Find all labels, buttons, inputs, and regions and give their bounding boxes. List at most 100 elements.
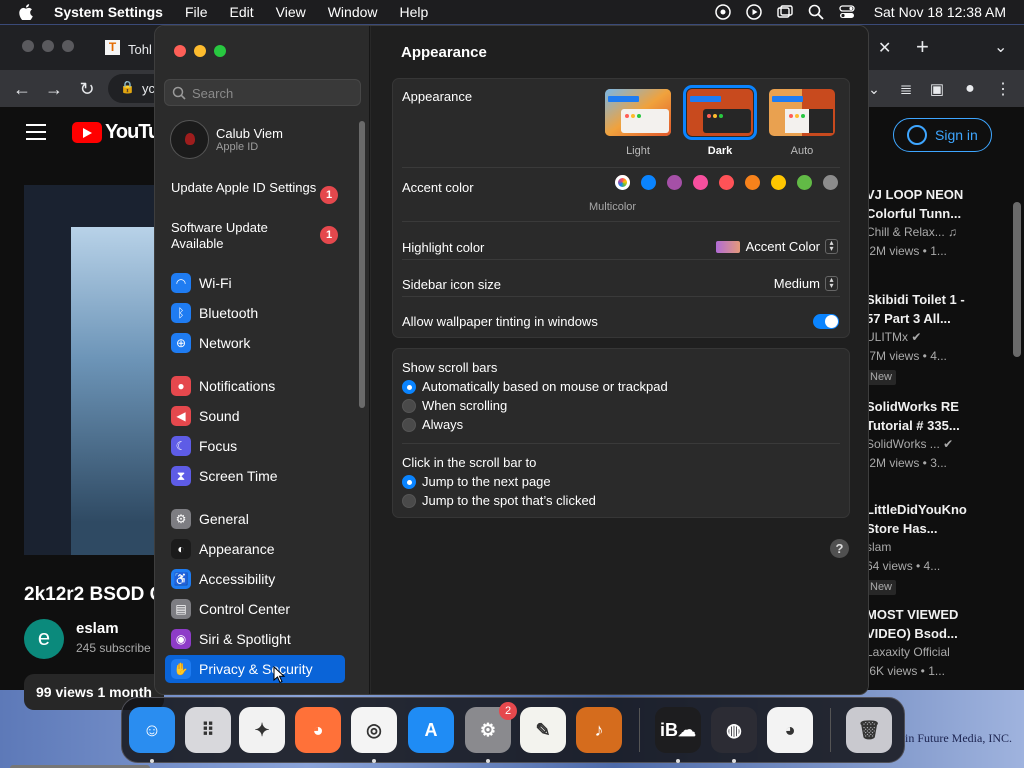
sidebar-item-privacy-security[interactable]: ✋ Privacy & Security [165, 655, 345, 683]
radio-auto-scroll[interactable] [402, 380, 416, 394]
recommendation-item[interactable]: LittleDidYouKno Store Has... slam 64 views … [866, 500, 996, 595]
highlight-color-popup[interactable]: Accent Color ▴ ▾ [715, 239, 838, 254]
radio-when-scrolling[interactable] [402, 399, 416, 413]
profile-icon[interactable]: ● [960, 79, 980, 99]
accent-color-swatch[interactable] [745, 175, 760, 190]
sidebar-item-label: General [199, 511, 249, 527]
browser-zoom-button[interactable] [62, 40, 74, 52]
apple-menu-icon[interactable] [18, 4, 34, 20]
page-scrollbar[interactable] [1013, 202, 1021, 357]
control-center-icon[interactable] [839, 4, 855, 20]
sidebar-item-focus[interactable]: ☾ Focus [165, 432, 345, 460]
new-tab-icon[interactable]: + [916, 34, 929, 60]
accent-color-swatch[interactable] [693, 175, 708, 190]
dock-garageband-icon[interactable]: ♪ [576, 707, 622, 753]
accent-color-swatch[interactable] [667, 175, 682, 190]
menu-file[interactable]: File [185, 4, 208, 20]
accent-color-swatch[interactable] [823, 175, 838, 190]
radio-jump-next-page-label[interactable]: Jump to the next page [422, 474, 551, 489]
accent-color-swatch[interactable] [641, 175, 656, 190]
menu-clock[interactable]: Sat Nov 18 12:38 AM [874, 4, 1006, 20]
divider [402, 443, 840, 444]
recommendation-item[interactable]: SolidWorks RE Tutorial # 335... SolidWorks… [866, 397, 996, 473]
dock-firefox-icon[interactable]: ◕ [295, 707, 341, 753]
accent-color-swatch[interactable] [719, 175, 734, 190]
window-minimize-button[interactable] [194, 45, 206, 57]
dock-obs-icon[interactable]: ◍ [711, 707, 757, 753]
sidebar-item-accessibility[interactable]: ♿ Accessibility [165, 565, 345, 593]
radio-auto-scroll-label[interactable]: Automatically based on mouse or trackpad [422, 379, 668, 394]
menu-edit[interactable]: Edit [230, 4, 254, 20]
sidebar-item-sound[interactable]: ◀ Sound [165, 402, 345, 430]
window-zoom-button[interactable] [214, 45, 226, 57]
sidebar-item-screen-time[interactable]: ⧗ Screen Time [165, 462, 345, 490]
side-panel-icon[interactable]: ▣ [927, 79, 947, 99]
recommendation-item[interactable]: MOST VIEWED VIDEO) Bsod... Laxaxity Offici… [866, 605, 996, 681]
dock-app-store-icon[interactable]: A [408, 707, 454, 753]
radio-always[interactable] [402, 418, 416, 432]
sidebar-icon-size-popup[interactable]: Medium ▴ ▾ [774, 276, 838, 291]
settings-search-field[interactable]: Search [164, 79, 361, 106]
accent-color-swatch[interactable] [797, 175, 812, 190]
sidebar-item-network[interactable]: ⊕ Network [165, 329, 345, 357]
hamburger-menu-icon[interactable] [26, 124, 46, 145]
sidebar-item-siri-spotlight[interactable]: ◉ Siri & Spotlight [165, 625, 345, 653]
dock-finder-icon[interactable]: ☺ [129, 707, 175, 753]
appearance-dark-option[interactable] [683, 85, 757, 140]
window-switch-icon[interactable] [776, 4, 793, 20]
dock-safari-icon[interactable]: ✦ [239, 707, 285, 753]
dock-textedit-icon[interactable]: ✎ [520, 707, 566, 753]
sidebar-item-control-center[interactable]: ▤ Control Center [165, 595, 345, 623]
tab-search-chevron-icon[interactable]: ⌄ [994, 37, 1007, 57]
appearance-light-option[interactable] [605, 89, 671, 136]
radio-when-scrolling-label[interactable]: When scrolling [422, 398, 507, 413]
menu-help[interactable]: Help [400, 4, 429, 20]
rec-channel: Laxaxity Official [866, 645, 950, 659]
browser-tab-title[interactable]: Tohl [128, 42, 152, 57]
dock-icloud-ib-icon[interactable]: iB☁ [655, 707, 701, 753]
menu-app-name[interactable]: System Settings [54, 4, 163, 20]
radio-jump-spot[interactable] [402, 494, 416, 508]
appearance-auto-option[interactable] [769, 89, 835, 136]
software-update-item[interactable]: Software Update Available [171, 220, 321, 252]
play-status-icon[interactable] [745, 4, 762, 20]
video-player[interactable] [24, 185, 154, 555]
sidebar-scrollbar[interactable] [359, 121, 365, 408]
radio-jump-next-page[interactable] [402, 475, 416, 489]
recommendation-item[interactable]: Skibidi Toilet 1 - 57 Part 3 All... ULITMx… [866, 290, 996, 385]
spotlight-search-icon[interactable] [808, 4, 824, 20]
sidebar-item-wi-fi[interactable]: ◠ Wi-Fi [165, 269, 345, 297]
channel-avatar[interactable]: e [24, 619, 64, 659]
obs-status-icon[interactable] [714, 4, 731, 20]
sidebar-item-appearance[interactable]: ◐ Appearance [165, 535, 345, 563]
dock-chrome-icon[interactable]: ◎ [351, 707, 397, 753]
channel-name[interactable]: eslam [76, 620, 119, 637]
sidebar-item-notifications[interactable]: ● Notifications [165, 372, 345, 400]
recommendation-item[interactable]: VJ LOOP NEON Colorful Tunn... Chill & Rela… [866, 185, 996, 261]
help-button[interactable]: ? [830, 539, 849, 558]
accent-color-swatch[interactable] [771, 175, 786, 190]
dock-launchpad-icon[interactable]: ⠿ [185, 707, 231, 753]
sidebar-item-general[interactable]: ⚙ General [165, 505, 345, 533]
sidebar-item-bluetooth[interactable]: ᛒ Bluetooth [165, 299, 345, 327]
reload-icon[interactable]: ↻ [77, 79, 97, 99]
radio-jump-spot-label[interactable]: Jump to the spot that’s clicked [422, 493, 596, 508]
browser-close-button[interactable] [22, 40, 34, 52]
update-apple-id-item[interactable]: Update Apple ID Settings [171, 180, 321, 196]
browser-menu-icon[interactable]: ⋮ [993, 79, 1013, 99]
browser-minimize-button[interactable] [42, 40, 54, 52]
apple-id-row[interactable]: Calub Viem Apple ID [170, 120, 283, 159]
window-close-button[interactable] [174, 45, 186, 57]
wallpaper-tinting-toggle[interactable] [813, 314, 839, 329]
forward-arrow-icon[interactable]: → [44, 79, 64, 99]
sign-in-button[interactable]: Sign in [893, 118, 992, 152]
radio-always-label[interactable]: Always [422, 417, 463, 432]
menu-view[interactable]: View [276, 4, 306, 20]
dock-trash-icon[interactable]: 🗑 [846, 707, 892, 753]
back-arrow-icon[interactable]: ← [12, 79, 32, 99]
tab-close-icon[interactable]: ✕ [878, 38, 891, 58]
reading-list-icon[interactable]: ≣ [896, 79, 916, 99]
accent-multicolor-swatch[interactable] [615, 175, 630, 190]
menu-window[interactable]: Window [328, 4, 378, 20]
dock-color-picker-icon[interactable]: ◕ [767, 707, 813, 753]
